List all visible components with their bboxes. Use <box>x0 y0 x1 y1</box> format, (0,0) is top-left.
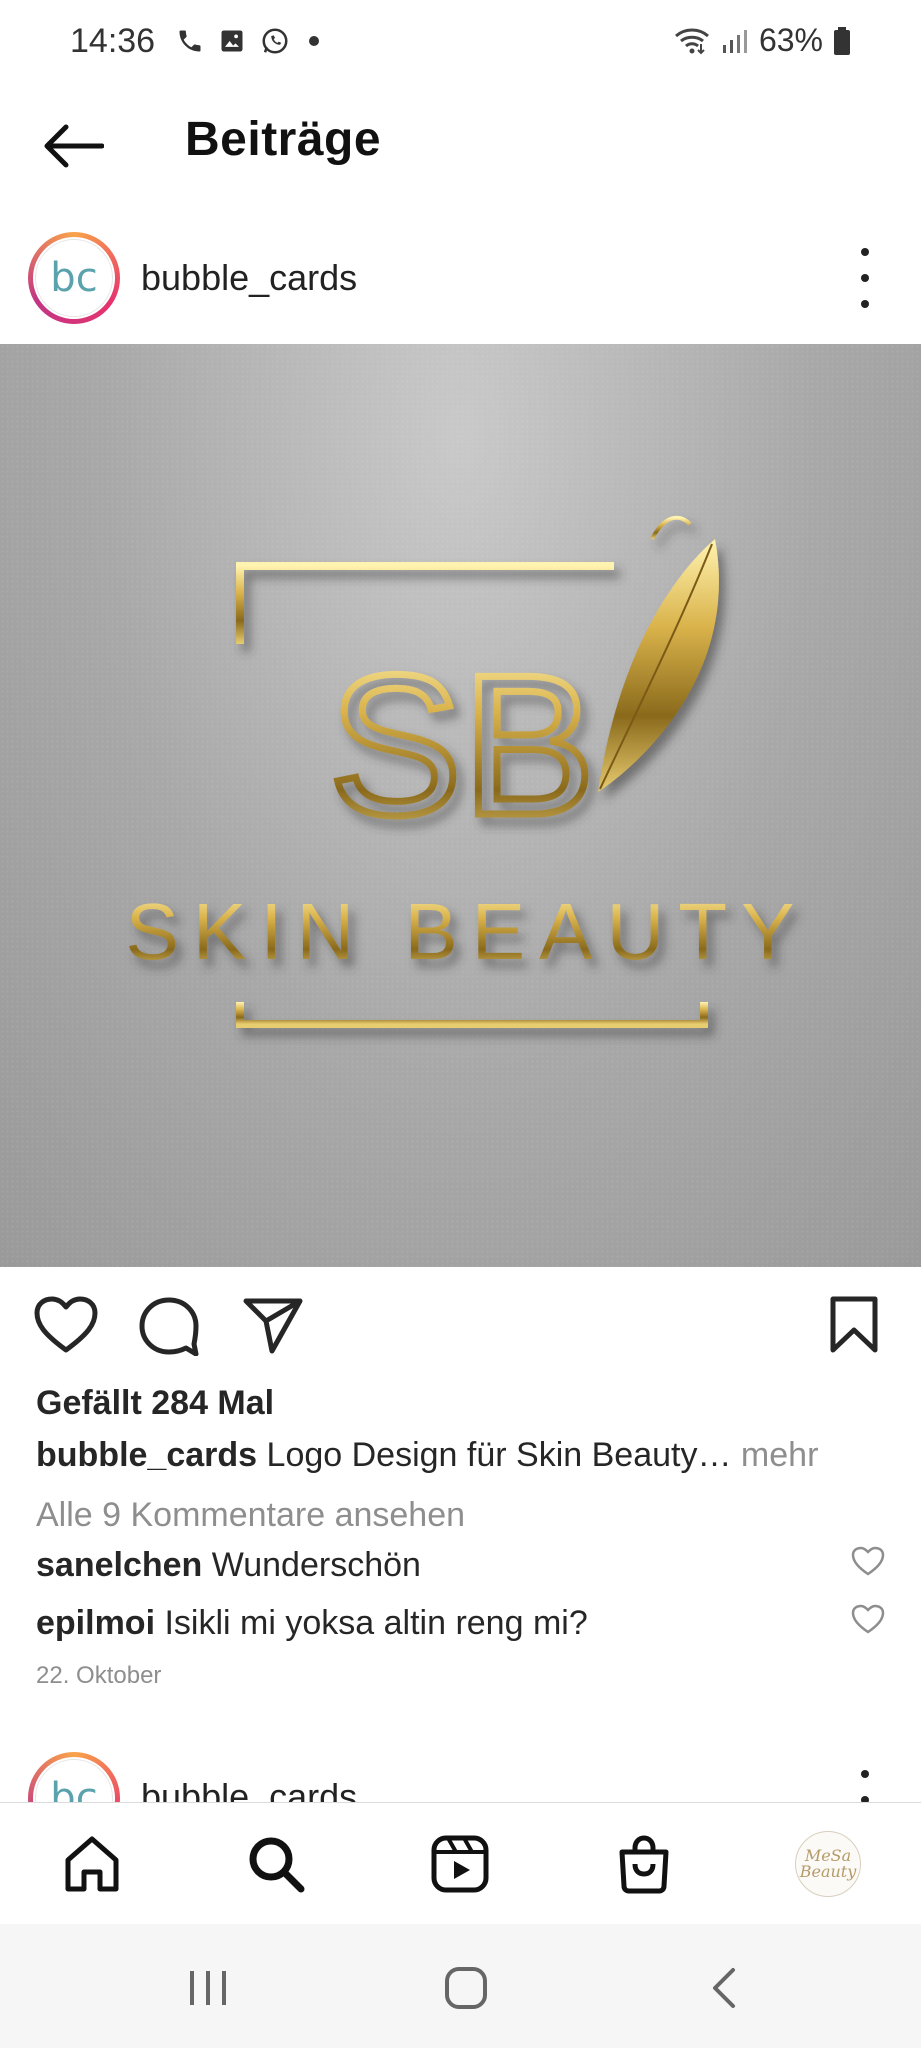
status-right: 63% <box>673 22 851 59</box>
reels-icon <box>431 1835 489 1893</box>
send-icon <box>243 1298 303 1354</box>
search-icon <box>249 1837 305 1893</box>
caption-text: Logo Design für Skin Beauty… <box>266 1436 732 1474</box>
bookmark-icon <box>830 1296 878 1353</box>
arrow-left-icon <box>44 124 104 168</box>
recent-apps-button[interactable] <box>180 1966 236 2010</box>
post-image[interactable]: SB SKIN BEAUTY <box>0 344 921 1267</box>
whatsapp-icon <box>262 28 288 54</box>
status-left-icons <box>176 26 324 56</box>
comment-item: epilmoi Isikli mi yoksa altin reng mi? <box>36 1604 588 1643</box>
next-post-avatar[interactable]: bc <box>28 1752 120 1802</box>
nav-profile[interactable]: MeSa Beauty <box>795 1831 861 1897</box>
skin-beauty-logo: SB SKIN BEAUTY <box>125 515 808 1028</box>
comment-text: Wunderschön <box>211 1546 421 1584</box>
post-avatar[interactable]: bc <box>28 232 120 324</box>
avatar-text: bc <box>35 239 113 317</box>
share-button[interactable] <box>242 1296 304 1359</box>
caption-more-link[interactable]: mehr <box>741 1436 818 1474</box>
profile-text-bottom: Beauty <box>799 1862 857 1881</box>
dot-icon <box>861 248 869 256</box>
next-post-options-button[interactable] <box>850 1770 880 1802</box>
heart-icon <box>34 1296 98 1353</box>
post-options-button[interactable] <box>850 248 880 308</box>
dot-icon <box>861 300 869 308</box>
next-post-username[interactable]: bubble_cards <box>141 1776 357 1802</box>
nav-reels[interactable] <box>427 1831 493 1897</box>
status-time: 14:36 <box>70 22 156 60</box>
likes-count[interactable]: Gefällt 284 Mal <box>36 1384 274 1423</box>
post-username[interactable]: bubble_cards <box>141 257 357 299</box>
next-post-header: bc bubble_cards <box>0 1752 921 1802</box>
back-chevron-icon <box>713 1968 735 2008</box>
back-system-button[interactable] <box>696 1966 752 2010</box>
system-navigation-bar <box>0 1924 921 2048</box>
logo-brand-text: SKIN BEAUTY <box>125 887 808 976</box>
bottom-navigation: MeSa Beauty <box>0 1802 921 1925</box>
gallery-icon <box>221 30 243 52</box>
dot-icon <box>309 36 319 46</box>
heart-icon <box>851 1604 885 1634</box>
wifi-icon <box>674 28 709 54</box>
comment-text: Isikli mi yoksa altin reng mi? <box>164 1604 588 1642</box>
phone-icon <box>179 30 201 52</box>
view-all-comments-link[interactable]: Alle 9 Kommentare ansehen <box>36 1496 465 1535</box>
page-title: Beiträge <box>185 113 382 166</box>
nav-search[interactable] <box>243 1831 309 1897</box>
dot-icon <box>861 1770 869 1778</box>
like-button[interactable] <box>34 1296 98 1359</box>
nav-shop[interactable] <box>611 1831 677 1897</box>
signal-icon <box>722 29 747 53</box>
comment-button[interactable] <box>138 1296 200 1361</box>
caption-username[interactable]: bubble_cards <box>36 1436 257 1474</box>
profile-avatar: MeSa Beauty <box>795 1831 861 1897</box>
post-caption: bubble_cards Logo Design für Skin Beauty… <box>36 1436 818 1475</box>
comment-icon <box>139 1297 199 1357</box>
nav-home[interactable] <box>59 1831 125 1897</box>
shop-icon <box>619 1835 669 1894</box>
dot-icon <box>861 274 869 282</box>
home-system-button[interactable] <box>438 1966 494 2010</box>
battery-icon <box>834 26 850 55</box>
comment-like-button[interactable] <box>851 1604 885 1634</box>
home-icon <box>65 1836 119 1892</box>
avatar-text: bc <box>35 1759 113 1802</box>
back-button[interactable] <box>38 118 108 174</box>
logo-monogram: SB <box>329 634 596 857</box>
heart-icon <box>851 1546 885 1576</box>
comment-username[interactable]: epilmoi <box>36 1604 155 1642</box>
post-date: 22. Oktober <box>36 1662 162 1689</box>
battery-percent: 63% <box>758 22 823 58</box>
comment-item: sanelchen Wunderschön <box>36 1546 421 1585</box>
recent-apps-icon <box>190 1971 226 2005</box>
comment-like-button[interactable] <box>851 1546 885 1576</box>
comment-username[interactable]: sanelchen <box>36 1546 202 1584</box>
save-button[interactable] <box>828 1296 880 1359</box>
home-circle-icon <box>445 1967 487 2009</box>
